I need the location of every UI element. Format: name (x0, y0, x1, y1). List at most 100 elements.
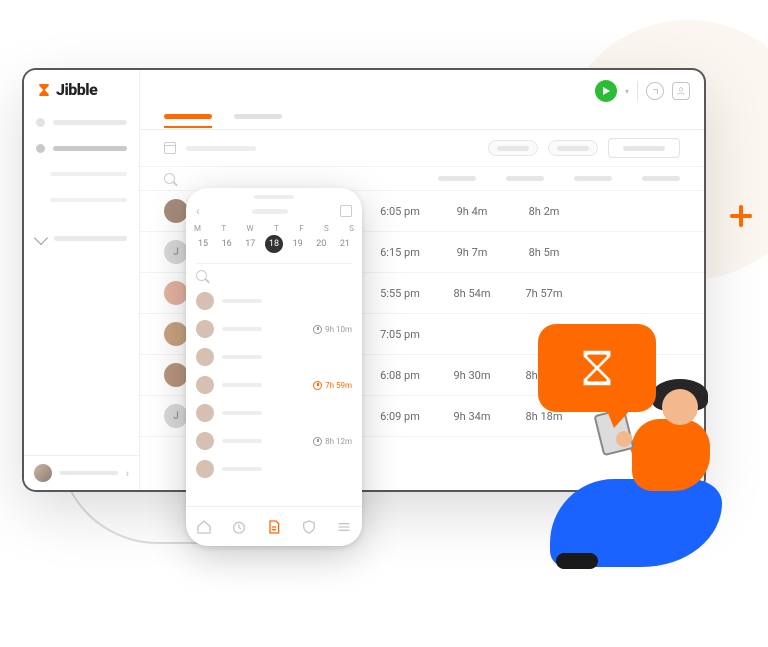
calendar-day[interactable]: 19 (289, 235, 307, 253)
nav-expand-toggle[interactable] (24, 229, 139, 247)
clock-icon (313, 325, 322, 334)
nav-primary (24, 113, 139, 223)
people-icon[interactable] (672, 82, 690, 100)
row-avatar (164, 363, 188, 387)
calendar-week-labels: MTWTFSS (186, 218, 362, 235)
phone-list-row[interactable] (186, 287, 362, 315)
row-avatar (164, 281, 188, 305)
clock-out-time: 7:05 pm (364, 328, 436, 341)
row-avatar (164, 199, 188, 223)
search-icon[interactable] (196, 270, 207, 281)
calendar-day-selected[interactable]: 18 (265, 235, 283, 253)
tracked-time: 8h 5m (508, 246, 580, 259)
row-avatar: J (164, 240, 188, 264)
play-icon (603, 87, 610, 95)
topbar: ▾ (140, 70, 704, 112)
divider (637, 81, 638, 101)
total-time: 9h 7m (436, 246, 508, 259)
calendar-day[interactable]: 15 (194, 235, 212, 253)
sidebar: Jibble › (24, 70, 140, 490)
export-button[interactable] (608, 138, 680, 158)
date-range-placeholder (186, 146, 256, 151)
name-placeholder (222, 299, 262, 303)
avatar (196, 432, 214, 450)
user-avatar (34, 464, 52, 482)
plus-decoration-icon (730, 205, 752, 227)
brand-speech-bubble (538, 324, 656, 412)
tab-active[interactable] (164, 114, 212, 119)
clock-out-time: 6:09 pm (364, 410, 436, 423)
timesheets-icon[interactable] (265, 518, 283, 536)
calendar-icon[interactable] (340, 205, 352, 217)
play-dropdown-chevron-icon[interactable]: ▾ (625, 87, 629, 96)
back-chevron-icon[interactable]: ‹ (196, 204, 200, 218)
tab[interactable] (234, 114, 282, 119)
avatar (196, 320, 214, 338)
phone-list-row[interactable]: 7h 59m (186, 371, 362, 399)
phone-list-row[interactable]: 9h 10m (186, 315, 362, 343)
week-label: W (247, 224, 254, 233)
week-label: F (299, 224, 303, 233)
timer-icon[interactable] (230, 518, 248, 536)
phone-date-placeholder (252, 209, 288, 214)
col-header (642, 176, 680, 181)
avatar (196, 404, 214, 422)
total-time: 9h 30m (436, 369, 508, 382)
sidebar-user-footer[interactable]: › (24, 455, 139, 490)
name-placeholder (222, 439, 262, 443)
tracked-time: 7h 57m (508, 287, 580, 300)
nav-subitem[interactable] (36, 165, 127, 183)
home-icon[interactable] (195, 518, 213, 536)
avatar (196, 376, 214, 394)
nav-subitem[interactable] (36, 191, 127, 209)
calendar-day-row: 15 16 17 18 19 20 21 (186, 235, 362, 261)
phone-list-row[interactable] (186, 455, 362, 483)
clock-icon (313, 437, 322, 446)
mobile-device: ‹ MTWTFSS 15161718192021 9h 10m7h 59m8h … (186, 188, 362, 546)
tabs (140, 112, 704, 129)
shield-icon[interactable] (300, 518, 318, 536)
brand-name: Jibble (56, 80, 97, 99)
row-time: 8h 12m (313, 437, 352, 446)
chevron-down-icon (34, 231, 48, 245)
row-time: 9h 10m (313, 325, 352, 334)
tracked-time: 8h 2m (508, 205, 580, 218)
nav-item[interactable] (36, 113, 127, 131)
avatar (196, 348, 214, 366)
search-icon[interactable] (164, 173, 175, 184)
total-time: 9h 34m (436, 410, 508, 423)
name-placeholder (222, 383, 262, 387)
calendar-day[interactable]: 20 (312, 235, 330, 253)
phone-list-row[interactable] (186, 343, 362, 371)
clock-out-time: 6:05 pm (364, 205, 436, 218)
calendar-day[interactable]: 21 (336, 235, 354, 253)
col-header (506, 176, 544, 181)
hourglass-icon (574, 345, 620, 391)
col-header (574, 176, 612, 181)
calendar-icon[interactable] (164, 142, 176, 154)
week-label: S (349, 224, 354, 233)
phone-people-list: 9h 10m 7h 59m 8h 12m (186, 287, 362, 506)
name-placeholder (222, 355, 262, 359)
phone-list-row[interactable] (186, 399, 362, 427)
filter-pill[interactable] (488, 140, 538, 156)
row-time: 7h 59m (313, 381, 352, 390)
clock-icon (313, 381, 322, 390)
col-header (438, 176, 476, 181)
total-time: 9h 4m (436, 205, 508, 218)
nav-item-selected[interactable] (36, 139, 127, 157)
calendar-day[interactable]: 17 (241, 235, 259, 253)
clock-icon[interactable] (646, 82, 664, 100)
clock-out-time: 6:08 pm (364, 369, 436, 382)
phone-tabbar (186, 506, 362, 546)
phone-list-row[interactable]: 8h 12m (186, 427, 362, 455)
filter-pill[interactable] (548, 140, 598, 156)
clock-out-time: 6:15 pm (364, 246, 436, 259)
menu-icon[interactable] (335, 518, 353, 536)
calendar-day[interactable]: 16 (218, 235, 236, 253)
row-avatar: J (164, 404, 188, 428)
brand-hourglass-icon (36, 82, 52, 98)
total-time: 8h 54m (436, 287, 508, 300)
clock-in-play-button[interactable] (595, 80, 617, 102)
avatar (196, 460, 214, 478)
